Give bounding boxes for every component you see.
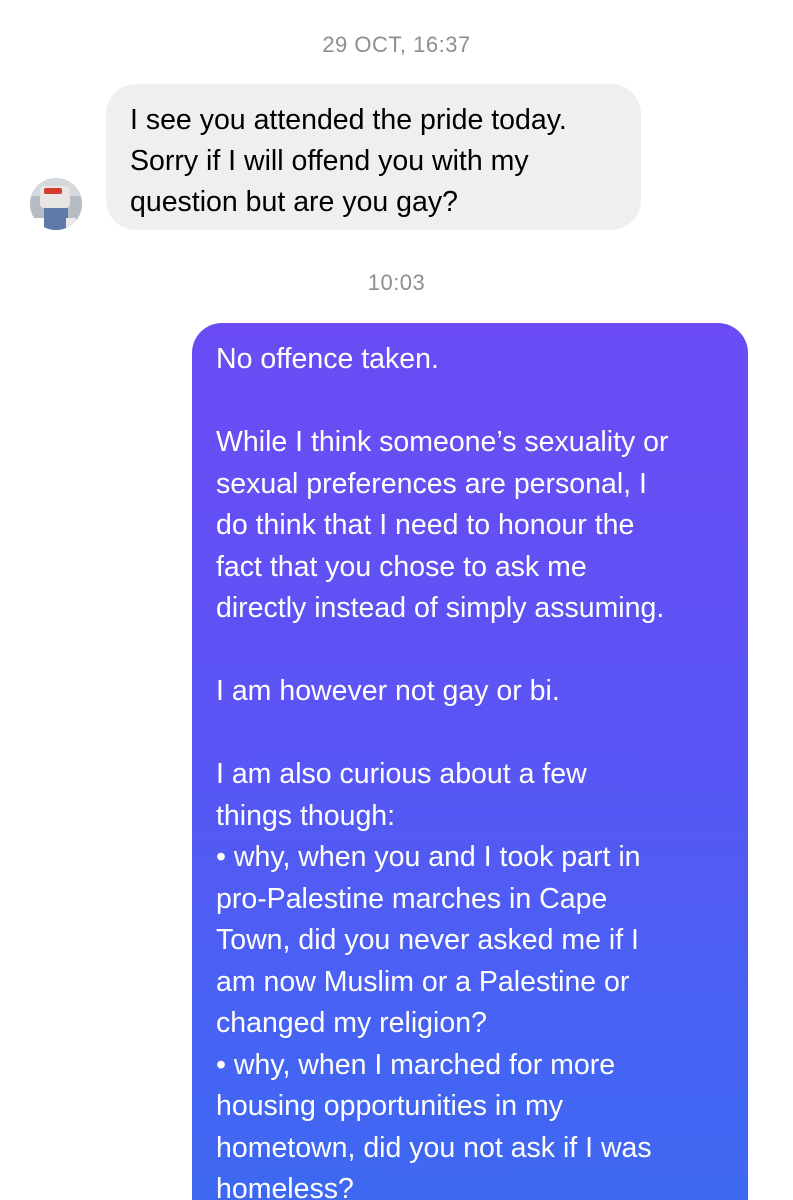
contact-avatar[interactable] [30,178,82,230]
bullet-line: • why, when I marched for more [216,1048,616,1081]
message-line: No offence taken. [216,343,439,375]
message-line: I see you attended the pride today. [130,104,567,136]
message-line: homeless? [216,1173,354,1200]
message-line: I am also curious about a few [216,758,587,790]
message-line: While I think someone’s sexuality or [216,426,669,458]
message-line: Town, did you never asked me if I [216,924,639,956]
message-line: I am however not gay or bi. [216,675,560,707]
message-line: changed my religion? [216,1007,487,1039]
avatar-photo-icon [30,178,82,230]
message-line: things though: [216,799,396,832]
message-line: question but are you gay? [130,186,458,218]
message-line: do think that I need to honour the [216,509,635,541]
message-line: Sorry if I will offend you with my [130,145,529,177]
bullet-line: • why, when you and I took part in [216,841,641,873]
message-line: am now Muslim or a Palestine or [216,965,630,998]
message-line: directly instead of simply assuming. [216,592,665,624]
received-message-bubble[interactable]: I see you attended the pride today. Sorr… [106,84,641,230]
timestamp-divider: 29 OCT, 16:37 [322,32,471,57]
timestamp-divider: 10:03 [367,270,426,295]
message-line: hometown, did you not ask if I was [216,1131,652,1164]
message-line: fact that you chose to ask me [216,550,587,583]
message-line: housing opportunities in my [216,1090,563,1122]
message-line: pro-Palestine marches in Cape [216,882,608,915]
sent-message-bubble[interactable]: No offence taken. While I think someone’… [192,323,748,1200]
message-line: sexual preferences are personal, I [216,467,647,500]
